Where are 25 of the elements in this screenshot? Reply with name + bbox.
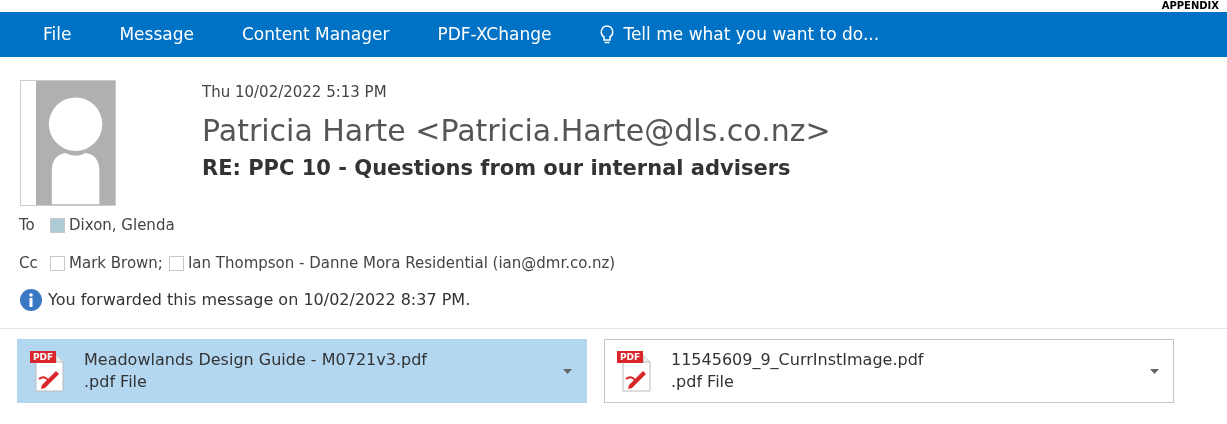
attachment-type: .pdf File [671, 371, 735, 393]
corner-label: APPENDIX [1161, 0, 1219, 12]
tell-me-field[interactable]: Tell me what you want to do... [582, 12, 897, 57]
recipient-name[interactable]: Dixon, Glenda [69, 213, 175, 237]
forwarded-notice: You forwarded this message on 10/02/2022 8:37 PM. [48, 289, 471, 311]
recipient-label: To [18, 214, 36, 236]
lightbulb-icon [599, 24, 616, 45]
attachment-name: 11545609_9_CurrInstImage.pdf [671, 349, 925, 371]
sender-name[interactable]: Patricia Harte <Patricia.Harte@dls.co.nz> [202, 112, 831, 150]
ribbon-tab[interactable]: Content Manager [224, 12, 407, 57]
dropdown-caret-icon [563, 368, 572, 374]
message-date: Thu 10/02/2022 5:13 PM [202, 82, 388, 102]
recipient-name[interactable]: Mark Brown; [69, 251, 163, 275]
ribbon-tab[interactable]: File [26, 12, 89, 57]
recipient-name[interactable]: Ian Thompson - Danne Mora Residential (ian@dmr.co.nz) [187, 251, 616, 275]
attachment-item[interactable]: PDF Meadowlands Design Guide - M0721v3.pdf .pdf File [17, 339, 587, 403]
attachment-name: Meadowlands Design Guide - M0721v3.pdf [84, 349, 429, 371]
ribbon-tab[interactable]: Message [102, 12, 211, 57]
recipient-label: Cc [18, 252, 39, 274]
ribbon-tab[interactable]: PDF-XChange [420, 12, 569, 57]
message-subject: RE: PPC 10 - Questions from our internal advisers [202, 155, 792, 182]
attachment-type: .pdf File [84, 371, 148, 393]
info-icon [20, 289, 42, 311]
attachment-item[interactable]: PDF 11545609_9_CurrInstImage.pdf .pdf File [604, 339, 1174, 403]
dropdown-caret-icon [1150, 368, 1159, 374]
